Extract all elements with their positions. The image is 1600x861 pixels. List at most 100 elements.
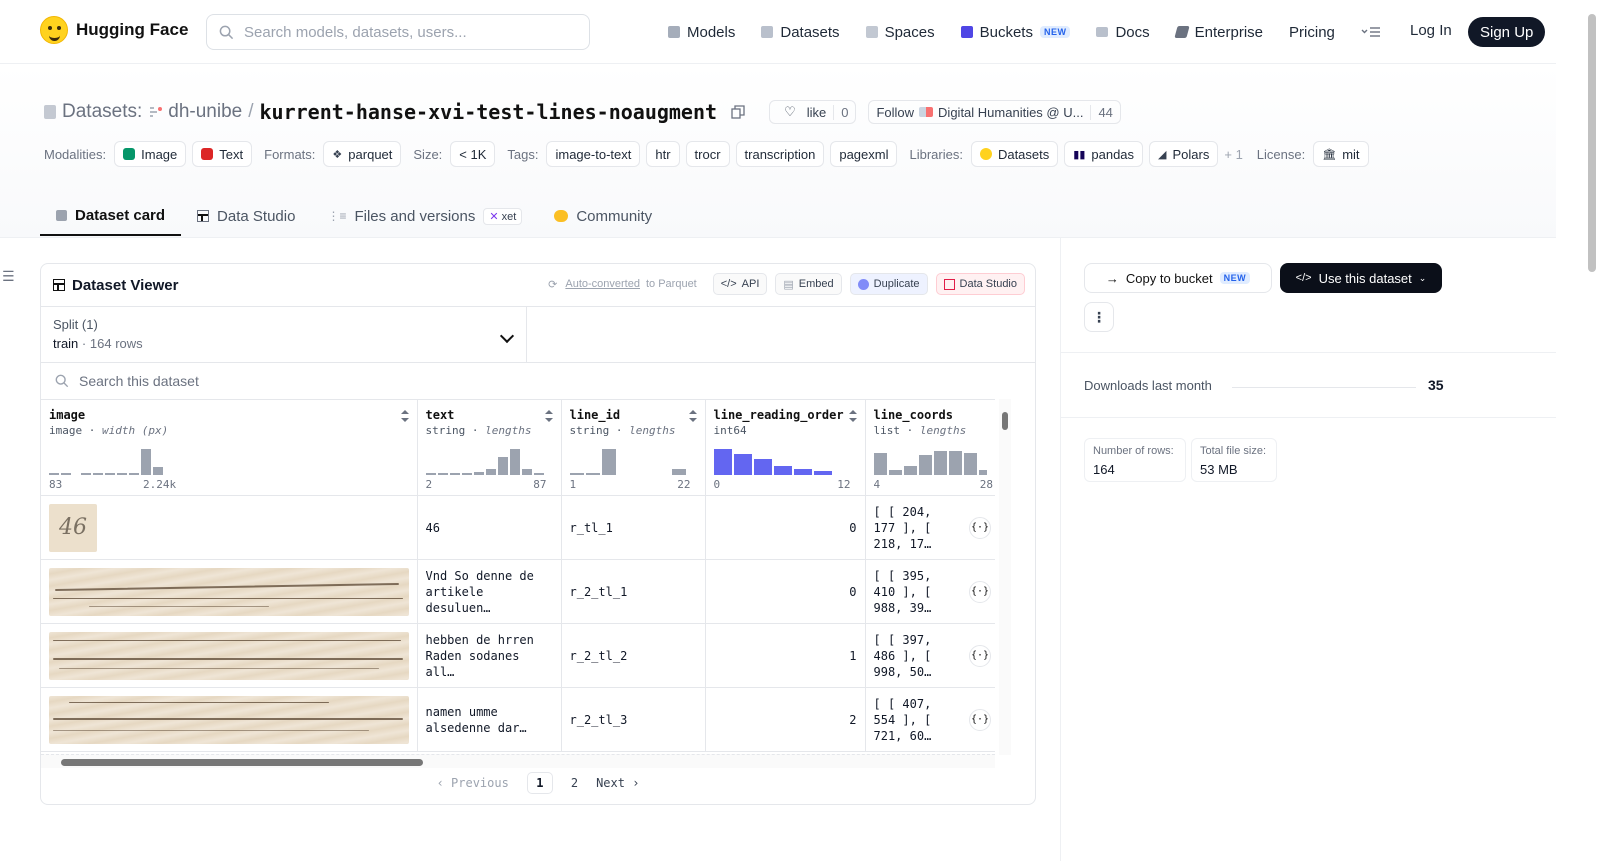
line-id-cell[interactable]: r_2_tl_3 <box>561 687 706 752</box>
dataset-search-input[interactable] <box>79 373 479 389</box>
api-button[interactable]: </> API <box>712 273 768 295</box>
copy-to-bucket-button[interactable]: → Copy to bucket NEW <box>1084 263 1272 293</box>
sort-icon[interactable] <box>544 410 553 422</box>
global-search-input[interactable] <box>244 23 564 41</box>
line-id-cell[interactable]: r_tl_1 <box>561 495 706 560</box>
column-header-text[interactable]: text string · lengths 2 87 <box>417 399 562 496</box>
tag-format-parquet[interactable]: ❖ parquet <box>323 141 402 167</box>
reading-order-cell[interactable]: 2 <box>705 687 866 752</box>
menu-pricing[interactable]: Pricing <box>1289 18 1335 46</box>
dataset-name[interactable]: kurrent-hanse-xvi-test-lines-noaugment <box>260 100 718 124</box>
image-cell[interactable] <box>41 559 418 624</box>
text-cell[interactable]: Vnd So denne de artikele desuluen… <box>417 559 562 624</box>
signup-button[interactable]: Sign Up <box>1468 17 1546 47</box>
image-cell[interactable]: 46 <box>41 495 418 560</box>
menu-buckets[interactable]: Buckets NEW <box>960 18 1071 46</box>
line-image-thumbnail[interactable] <box>49 567 409 616</box>
tab-files-and-versions[interactable]: ⋮≡ Files and versions ✕ xet <box>311 196 538 236</box>
like-button[interactable]: ♡ like 0 <box>769 100 857 124</box>
line-image-thumbnail[interactable] <box>49 631 409 680</box>
tab-community[interactable]: Community <box>538 196 668 236</box>
tag-lib-pandas[interactable]: ▮▮ pandas <box>1064 141 1144 167</box>
duplicate-button[interactable]: Duplicate <box>849 273 928 295</box>
table-row[interactable]: Vnd So denne de artikele desuluen… r_2_t… <box>41 559 995 624</box>
libraries-more[interactable]: + 1 <box>1224 147 1242 162</box>
auto-converted-link[interactable]: Auto-converted <box>565 278 640 290</box>
line-image-thumbnail[interactable] <box>49 695 409 744</box>
coords-cell[interactable]: [ [ 397, 486 ], [ 998, 50… {·} <box>865 623 995 688</box>
tag-modality-image[interactable]: Image <box>114 141 187 167</box>
org-link[interactable]: dh-unibe <box>148 101 242 123</box>
tag-license-mit[interactable]: 🏛 mit <box>1313 141 1369 167</box>
reading-order-cell[interactable]: 0 <box>705 495 866 560</box>
column-header-image[interactable]: image image · width (px) 83 2.24k <box>41 399 418 496</box>
tag-pagexml[interactable]: pagexml <box>830 141 898 167</box>
sidebar-toggle-icon[interactable]: ☰ <box>2 268 15 285</box>
column-header-line-coords[interactable]: line_coords list · lengths 4 28 <box>865 399 995 496</box>
menu-models[interactable]: Models <box>668 18 735 46</box>
tag-trocr[interactable]: trocr <box>685 141 730 167</box>
table-row[interactable]: namen umme alsedenne dar… r_2_tl_3 2 [ [… <box>41 687 995 752</box>
image-cell[interactable] <box>41 623 418 688</box>
tag-size[interactable]: < 1K <box>450 141 496 167</box>
data-studio-button[interactable]: Data Studio <box>935 273 1025 295</box>
menu-docs[interactable]: Docs <box>1096 18 1150 46</box>
datasets-prefix[interactable]: Datasets: <box>62 101 142 123</box>
login-link[interactable]: Log In <box>1410 22 1452 39</box>
tag-lib-datasets[interactable]: Datasets <box>970 141 1059 167</box>
more-menu-button[interactable] <box>1361 18 1381 46</box>
menu-datasets[interactable]: Datasets <box>761 18 840 46</box>
tab-dataset-card[interactable]: Dataset card <box>40 196 182 236</box>
table-vertical-scrollbar[interactable] <box>999 399 1011 755</box>
page-1-button[interactable]: 1 <box>526 772 553 794</box>
tag-modality-text[interactable]: Text <box>192 141 253 167</box>
json-view-icon[interactable]: {·} <box>969 516 991 539</box>
table-row[interactable]: 46 46 r_tl_1 0 [ [ 204, 177 ], [ 218, 17… <box>41 495 995 560</box>
menu-enterprise[interactable]: Enterprise <box>1174 18 1263 46</box>
json-view-icon[interactable]: {·} <box>969 580 991 603</box>
coords-cell[interactable]: [ [ 407, 554 ], [ 721, 60… {·} <box>865 687 995 752</box>
use-this-dataset-button[interactable]: </> Use this dataset ⌄ <box>1280 263 1442 293</box>
text-cell[interactable]: namen umme alsedenne dar… <box>417 687 562 752</box>
menu-spaces[interactable]: Spaces <box>865 18 935 46</box>
sort-icon[interactable] <box>400 410 409 422</box>
copy-icon[interactable] <box>731 105 745 119</box>
more-options-button[interactable]: ⋮ <box>1084 302 1114 332</box>
image-cell[interactable] <box>41 687 418 752</box>
tab-data-studio[interactable]: Data Studio <box>181 196 311 236</box>
previous-page-button[interactable]: ‹ Previous <box>437 776 509 790</box>
line-image-thumbnail[interactable]: 46 <box>49 503 97 552</box>
table-vertical-scroll-thumb[interactable] <box>1002 412 1008 430</box>
brand-logo[interactable]: Hugging Face <box>40 16 188 44</box>
coords-cell[interactable]: [ [ 395, 410 ], [ 988, 39… {·} <box>865 559 995 624</box>
split-select[interactable]: Split (1) train · 164 rows <box>41 307 527 362</box>
tag-htr[interactable]: htr <box>646 141 680 167</box>
json-view-icon[interactable]: {·} <box>969 708 991 731</box>
line-id-cell[interactable]: r_2_tl_1 <box>561 559 706 624</box>
tag-lib-polars[interactable]: ◢ Polars <box>1149 141 1219 167</box>
table-horizontal-scroll-thumb[interactable] <box>61 759 423 766</box>
json-view-icon[interactable]: {·} <box>969 644 991 667</box>
text-cell[interactable]: 46 <box>417 495 562 560</box>
sort-icon[interactable] <box>688 410 697 422</box>
follow-button[interactable]: Follow Digital Humanities @ U... 44 <box>868 100 1121 124</box>
table-row[interactable]: hebben de hrren Raden sodanes all… r_2_t… <box>41 623 995 688</box>
embed-button[interactable]: ▤ Embed <box>775 273 842 295</box>
page-scroll-thumb[interactable] <box>1588 14 1596 272</box>
column-header-line-reading-order[interactable]: line_reading_order int64 0 12 <box>705 399 866 496</box>
column-header-line-id[interactable]: line_id string · lengths 1 22 <box>561 399 706 496</box>
reading-order-cell[interactable]: 1 <box>705 623 866 688</box>
coords-cell[interactable]: [ [ 204, 177 ], [ 218, 17… {·} <box>865 495 995 560</box>
sort-icon[interactable] <box>848 410 857 422</box>
dataset-search[interactable] <box>41 362 1035 399</box>
reading-order-cell[interactable]: 0 <box>705 559 866 624</box>
tag-image-to-text[interactable]: image-to-text <box>546 141 641 167</box>
global-search[interactable] <box>206 14 590 50</box>
tag-transcription[interactable]: transcription <box>735 141 825 167</box>
next-page-button[interactable]: Next › <box>596 776 639 790</box>
line-id-cell[interactable]: r_2_tl_2 <box>561 623 706 688</box>
org-name: dh-unibe <box>168 101 243 122</box>
hist-bar <box>105 473 115 475</box>
text-cell[interactable]: hebben de hrren Raden sodanes all… <box>417 623 562 688</box>
page-2-button[interactable]: 2 <box>571 776 578 790</box>
